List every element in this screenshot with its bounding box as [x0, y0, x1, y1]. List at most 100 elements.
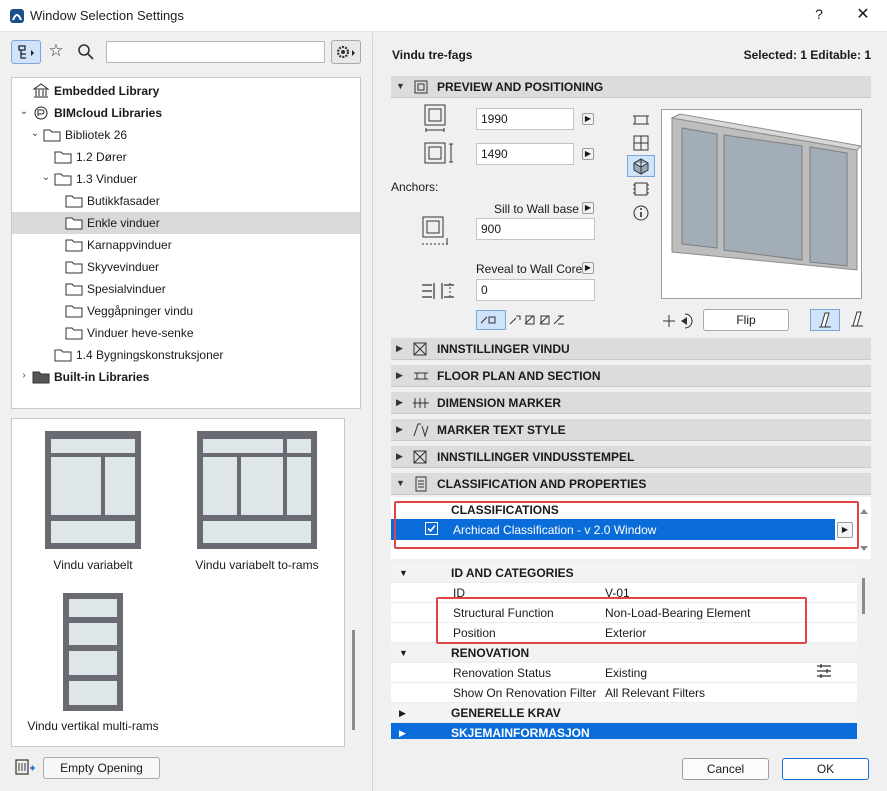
anchor-option-1-button[interactable] [476, 310, 506, 330]
height-options-arrow[interactable]: ▶ [582, 148, 594, 160]
view-floor-plan-icon[interactable] [631, 112, 651, 128]
tree-item[interactable]: ⌄ Bibliotek 26 [12, 124, 360, 146]
tree-item[interactable]: Embedded Library [12, 80, 360, 102]
view-elevation-icon[interactable] [631, 134, 651, 152]
reveal-anchor-dropdown[interactable]: ▶ [582, 262, 594, 274]
property-row[interactable]: Show On Renovation Filter All Relevant Fi… [391, 683, 857, 703]
expand-arrow-icon: ▶ [396, 397, 403, 407]
favorites-star-icon[interactable]: ☆ [46, 41, 66, 63]
reveal-input[interactable]: 0 [476, 279, 595, 301]
view-section-icon[interactable] [631, 180, 651, 198]
tree-item[interactable]: Skyvevinduer [12, 256, 360, 278]
group-toggle-icon[interactable]: ▼ [399, 568, 408, 578]
window-title: Window Selection Settings [30, 8, 184, 23]
view-3d-button[interactable] [627, 155, 655, 177]
property-value[interactable]: All Relevant Filters [605, 686, 705, 700]
preview-panel-icon [414, 80, 428, 94]
close-button[interactable]: ✕ [852, 4, 874, 26]
ok-button[interactable]: OK [782, 758, 869, 780]
anchor-option-5-icon[interactable] [552, 312, 566, 328]
thumbnail-scrollbar[interactable] [352, 630, 355, 730]
tree-item[interactable]: ⌄ 1.3 Vinduer [12, 168, 360, 190]
group-toggle-icon[interactable]: ▶ [399, 728, 406, 739]
anchor-option-3-icon[interactable] [523, 312, 537, 328]
property-group-header[interactable]: ▼ ID AND CATEGORIES [391, 563, 857, 583]
thumbnail-vindu-vertikal-multi-rams[interactable] [61, 591, 125, 713]
empty-opening-button[interactable]: Empty Opening [43, 757, 160, 779]
property-group-header[interactable]: ▼ RENOVATION [391, 643, 857, 663]
tree-item-label: BIMcloud Libraries [54, 106, 163, 120]
window-height-icon [424, 142, 453, 164]
sill-input[interactable]: 900 [476, 218, 595, 240]
selection-info: Selected: 1 Editable: 1 [743, 48, 871, 62]
library-view-toggle-button[interactable] [11, 40, 41, 64]
width-input[interactable]: 1990 [476, 108, 574, 130]
library-search-input[interactable] [106, 41, 325, 63]
panel-label: CLASSIFICATION AND PROPERTIES [437, 477, 647, 491]
tree-item[interactable]: Spesialvinduer [12, 278, 360, 300]
window-thumbnail-image [197, 431, 317, 549]
renovation-filter-icon[interactable] [815, 662, 833, 680]
panel-marker-text-style[interactable]: ▶ MARKER TEXT STYLE [391, 419, 871, 441]
tree-item[interactable]: ⌄ BIMcloud Libraries [12, 102, 360, 124]
width-options-arrow[interactable]: ▶ [582, 113, 594, 125]
tree-item-label: Veggåpninger vindu [87, 304, 194, 318]
property-group-header[interactable]: ▶ GENERELLE KRAV [391, 703, 857, 723]
help-button[interactable]: ? [810, 6, 828, 26]
folder-icon [65, 327, 83, 340]
panel-floor-plan-and-section[interactable]: ▶ FLOOR PLAN AND SECTION [391, 365, 871, 387]
tree-item[interactable]: 1.4 Bygningskonstruksjoner [12, 344, 360, 366]
cancel-button[interactable]: Cancel [682, 758, 769, 780]
opening-side-a-button[interactable] [810, 309, 840, 331]
tree-item[interactable]: Enkle vinduer [12, 212, 360, 234]
property-key: ID AND CATEGORIES [451, 566, 574, 580]
thumbnail-vindu-variabelt-to-rams[interactable] [195, 429, 319, 551]
group-toggle-icon[interactable]: ▶ [399, 708, 406, 719]
flip-button[interactable]: Flip [703, 309, 789, 331]
library-tree-icon [18, 45, 34, 59]
properties-scrollbar[interactable] [862, 578, 865, 614]
reveal-anchor-label: Reveal to Wall Core [476, 262, 583, 276]
highlight-box-classifications [394, 501, 859, 549]
window-thumbnail-image [45, 431, 141, 549]
panel-innstillinger-vindusstempel[interactable]: ▶ INNSTILLINGER VINDUSSTEMPEL [391, 446, 871, 468]
opening-side-b-button[interactable] [843, 309, 871, 331]
expand-arrow-icon: ▶ [396, 451, 403, 461]
property-key: Show On Renovation Filter [453, 686, 597, 700]
panel-dimension-marker[interactable]: ▶ DIMENSION MARKER [391, 392, 871, 414]
panel-preview-and-positioning[interactable]: ▼ PREVIEW AND POSITIONING [391, 76, 871, 98]
height-input[interactable]: 1490 [476, 143, 574, 165]
empty-opening-icon[interactable] [13, 757, 37, 779]
info-icon[interactable] [632, 204, 650, 222]
chevron-down-icon[interactable]: ⌄ [29, 128, 41, 140]
property-row[interactable]: Renovation Status Existing [391, 663, 857, 683]
tree-item[interactable]: Veggåpninger vindu [12, 300, 360, 322]
chevron-down-icon[interactable]: ⌄ [18, 106, 30, 118]
thumbnail-caption: Vindu variabelt [53, 558, 133, 572]
tree-item[interactable]: 1.2 Dører [12, 146, 360, 168]
tree-item[interactable]: Karnappvinduer [12, 234, 360, 256]
tree-item[interactable]: Butikkfasader [12, 190, 360, 212]
sill-anchor-label: Sill to Wall base [494, 202, 579, 216]
sill-anchor-dropdown[interactable]: ▶ [582, 202, 594, 214]
chevron-down-icon[interactable]: ⌄ [40, 172, 52, 184]
thumbnail-vindu-variabelt[interactable] [43, 429, 143, 551]
tree-item[interactable]: › Built-in Libraries [12, 366, 360, 388]
property-group-header[interactable]: ▶ SKJEMAINFORMASJON [391, 723, 857, 739]
property-value[interactable]: Existing [605, 666, 647, 680]
classification-scroll-arrows[interactable] [857, 506, 871, 554]
property-key: RENOVATION [451, 646, 530, 660]
door-swing-mirror-icon [851, 311, 863, 327]
library-settings-button[interactable] [331, 40, 361, 64]
library-thumbnail-grid: Vindu variabelt Vindu variabelt to-rams … [11, 418, 345, 747]
anchor-option-2-icon[interactable] [508, 312, 522, 328]
panel-label: PREVIEW AND POSITIONING [437, 80, 604, 94]
anchor-option-4-icon[interactable] [538, 312, 552, 328]
panel-classification-and-properties[interactable]: ▼ CLASSIFICATION AND PROPERTIES [391, 473, 871, 495]
tree-item[interactable]: Vinduer heve-senke [12, 322, 360, 344]
panel-innstillinger-vindu[interactable]: ▶ INNSTILLINGER VINDU [391, 338, 871, 360]
chevron-right-icon[interactable]: › [18, 370, 30, 382]
tree-item-label: Enkle vinduer [87, 216, 160, 230]
group-toggle-icon[interactable]: ▼ [399, 648, 408, 658]
search-icon[interactable] [76, 42, 96, 62]
